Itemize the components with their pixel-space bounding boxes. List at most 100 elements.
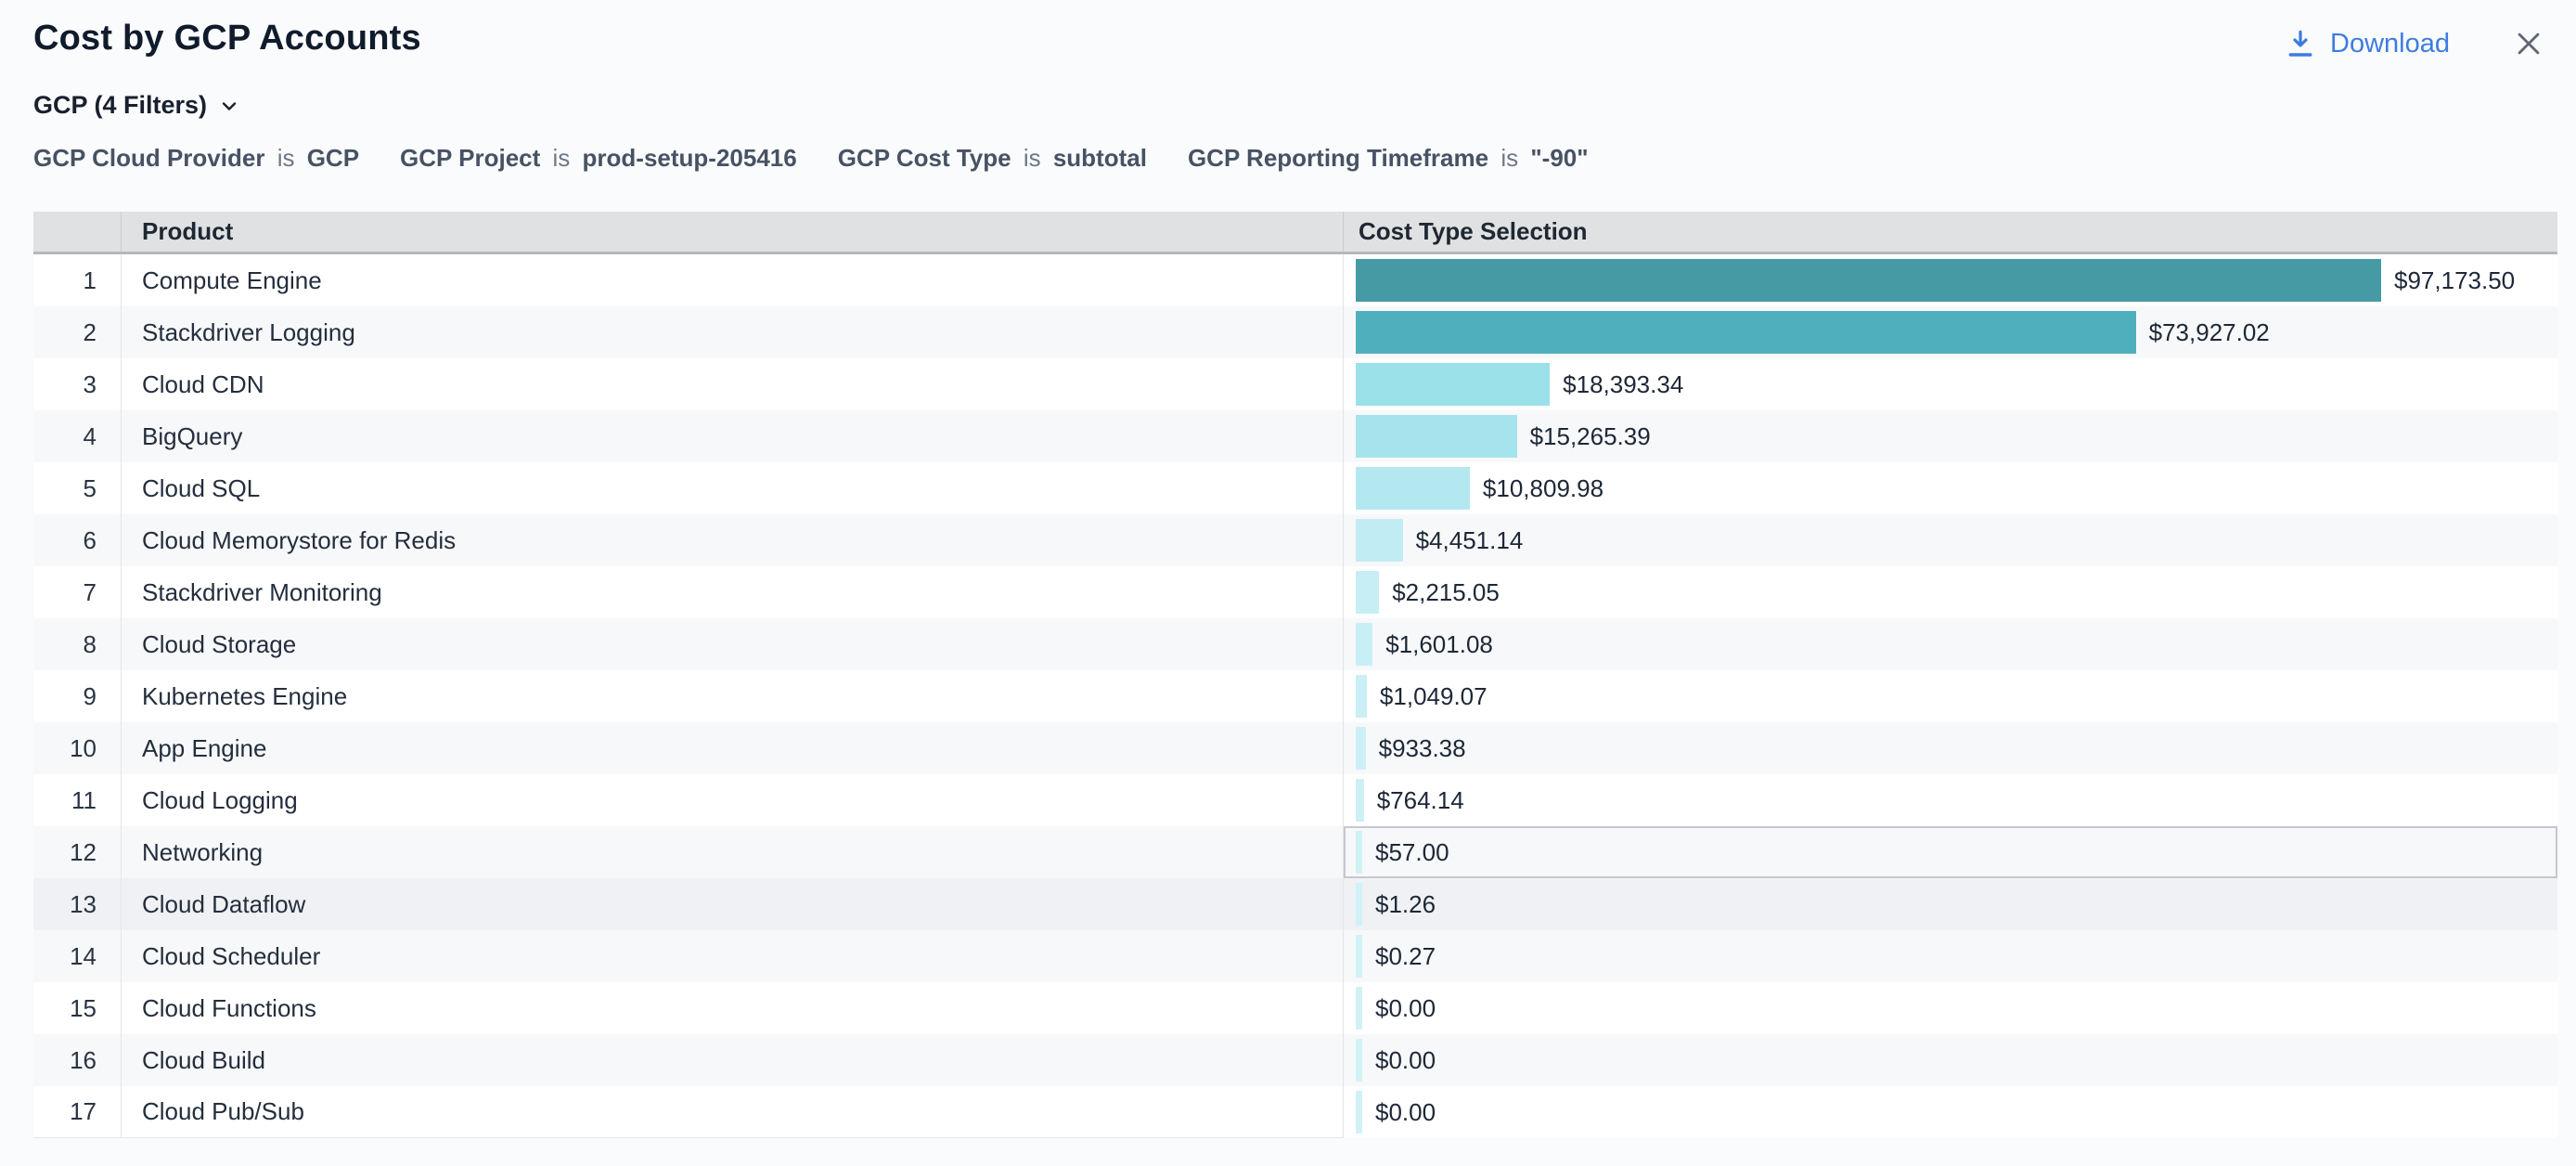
product-name-cell: Cloud Dataflow [122, 878, 1344, 930]
cost-cell[interactable]: $57.00 [1344, 826, 2557, 878]
cost-bar[interactable] [1356, 675, 1367, 718]
cost-cell[interactable]: $0.27 [1344, 930, 2557, 982]
row-rank: 9 [33, 670, 122, 722]
cost-value-label: $1,049.07 [1380, 682, 1488, 711]
table-row[interactable]: 13Cloud Dataflow $1.26 [33, 878, 2557, 930]
row-rank: 17 [33, 1086, 122, 1138]
cost-bar[interactable] [1356, 883, 1362, 926]
row-rank: 13 [33, 878, 122, 930]
row-rank: 16 [33, 1034, 122, 1086]
cost-bar[interactable] [1356, 987, 1362, 1030]
table-row[interactable]: 15Cloud Functions$0.00 [33, 982, 2557, 1034]
table-row[interactable]: 1Compute Engine$97,173.50 [33, 254, 2557, 306]
table-row[interactable]: 8Cloud Storage$1,601.08 [33, 618, 2557, 670]
cost-cell[interactable]: $15,265.39 [1344, 410, 2557, 462]
table-row[interactable]: 17Cloud Pub/Sub $0.00 [33, 1086, 2557, 1138]
product-name-cell: Cloud CDN [122, 358, 1344, 410]
table-row[interactable]: 9Kubernetes Engine$1,049.07 [33, 670, 2557, 722]
product-name-cell: Cloud Memorystore for Redis [122, 514, 1344, 566]
row-rank: 12 [33, 826, 122, 878]
filter-chip[interactable]: GCP Cloud Provider is GCP [33, 144, 359, 173]
cost-cell[interactable]: $0.00 [1344, 982, 2557, 1034]
table-row[interactable]: 3Cloud CDN $18,393.34 [33, 358, 2557, 410]
cost-bar[interactable] [1356, 831, 1362, 874]
table-row[interactable]: 5Cloud SQL$10,809.98 [33, 462, 2557, 514]
cost-bar[interactable] [1356, 415, 1517, 458]
filter-chip[interactable]: GCP Project is prod-setup-205416 [400, 144, 797, 173]
chip-value: GCP [307, 144, 359, 172]
cost-value-label: $73,927.02 [2149, 318, 2270, 347]
table-row[interactable]: 4BigQuery$15,265.39 [33, 410, 2557, 462]
table-row[interactable]: 16Cloud Build$0.00 [33, 1034, 2557, 1086]
row-rank: 8 [33, 618, 122, 670]
chip-op: is [272, 144, 301, 172]
table-row[interactable]: 2Stackdriver Logging$73,927.02 [33, 306, 2557, 358]
cost-cell[interactable]: $18,393.34 [1344, 358, 2557, 410]
page-title: Cost by GCP Accounts [33, 19, 421, 58]
cost-bar[interactable] [1356, 571, 1379, 614]
cost-bar[interactable] [1356, 363, 1550, 406]
row-rank: 6 [33, 514, 122, 566]
chip-value: "-90" [1530, 144, 1588, 172]
cost-bar[interactable] [1356, 1039, 1362, 1082]
header-product-column[interactable]: Product [122, 212, 1344, 252]
cost-value-label: $0.00 [1375, 1098, 1436, 1127]
header-actions: Download [2286, 19, 2548, 63]
header-rank-column [33, 212, 122, 252]
filter-chips-row: GCP Cloud Provider is GCP GCP Project is… [33, 144, 2576, 173]
cost-cell[interactable]: $1,049.07 [1344, 670, 2557, 722]
download-icon [2286, 28, 2315, 59]
cost-bar[interactable] [1356, 311, 2136, 354]
cost-bar[interactable] [1356, 779, 1364, 822]
cost-cell[interactable]: $1.26 [1344, 878, 2557, 930]
cost-value-label: $18,393.34 [1563, 370, 1683, 399]
table-row[interactable]: 11Cloud Logging$764.14 [33, 774, 2557, 826]
close-icon [2513, 28, 2544, 59]
header-cost-column[interactable]: Cost Type Selection [1344, 212, 2557, 252]
cost-bar[interactable] [1356, 727, 1366, 770]
table-header-row: Product Cost Type Selection [33, 212, 2557, 254]
cost-bar[interactable] [1356, 1091, 1362, 1134]
cost-bar[interactable] [1356, 467, 1470, 510]
cost-bar[interactable] [1356, 935, 1362, 978]
cost-cell[interactable]: $97,173.50 [1344, 254, 2557, 306]
cost-cell[interactable]: $4,451.14 [1344, 514, 2557, 566]
cost-value-label: $0.00 [1375, 994, 1436, 1023]
cost-cell[interactable]: $764.14 [1344, 774, 2557, 826]
close-button[interactable] [2509, 24, 2548, 63]
filter-chip[interactable]: GCP Reporting Timeframe is "-90" [1188, 144, 1589, 173]
product-name-cell: Cloud Pub/Sub [122, 1086, 1344, 1138]
cost-cell[interactable]: $10,809.98 [1344, 462, 2557, 514]
cost-bar[interactable] [1356, 623, 1372, 666]
cost-cell[interactable]: $1,601.08 [1344, 618, 2557, 670]
product-name-cell: Networking [122, 826, 1344, 878]
product-name-cell: Cloud Logging [122, 774, 1344, 826]
table-row[interactable]: 7Stackdriver Monitoring$2,215.05 [33, 566, 2557, 618]
cost-value-label: $57.00 [1375, 838, 1449, 867]
row-rank: 15 [33, 982, 122, 1034]
row-rank: 3 [33, 358, 122, 410]
table-row[interactable]: 14Cloud Scheduler$0.27 [33, 930, 2557, 982]
table-row[interactable]: 12Networking $57.00 [33, 826, 2557, 878]
table-body: 1Compute Engine$97,173.502Stackdriver Lo… [33, 254, 2557, 1138]
cost-value-label: $933.38 [1379, 734, 1466, 763]
cost-cell[interactable]: $0.00 [1344, 1034, 2557, 1086]
cost-cell[interactable]: $0.00 [1344, 1086, 2557, 1138]
filter-chip[interactable]: GCP Cost Type is subtotal [838, 144, 1147, 173]
filters-summary-label: GCP (4 Filters) [33, 91, 207, 120]
cost-cell[interactable]: $2,215.05 [1344, 566, 2557, 618]
cost-value-label: $764.14 [1377, 786, 1464, 815]
cost-bar[interactable] [1356, 519, 1403, 562]
download-button[interactable]: Download [2286, 28, 2450, 59]
cost-cell[interactable]: $73,927.02 [1344, 306, 2557, 358]
table-row[interactable]: 10App Engine$933.38 [33, 722, 2557, 774]
filters-summary-toggle[interactable]: GCP (4 Filters) [33, 91, 2576, 120]
chip-op: is [1018, 144, 1047, 172]
table-row[interactable]: 6Cloud Memorystore for Redis$4,451.14 [33, 514, 2557, 566]
cost-value-label: $1.26 [1375, 890, 1436, 919]
cost-bar[interactable] [1356, 259, 2381, 302]
product-name-cell: Cloud SQL [122, 462, 1344, 514]
modal-header: Cost by GCP Accounts Download [0, 0, 2576, 63]
product-name-cell: Cloud Storage [122, 618, 1344, 670]
cost-cell[interactable]: $933.38 [1344, 722, 2557, 774]
